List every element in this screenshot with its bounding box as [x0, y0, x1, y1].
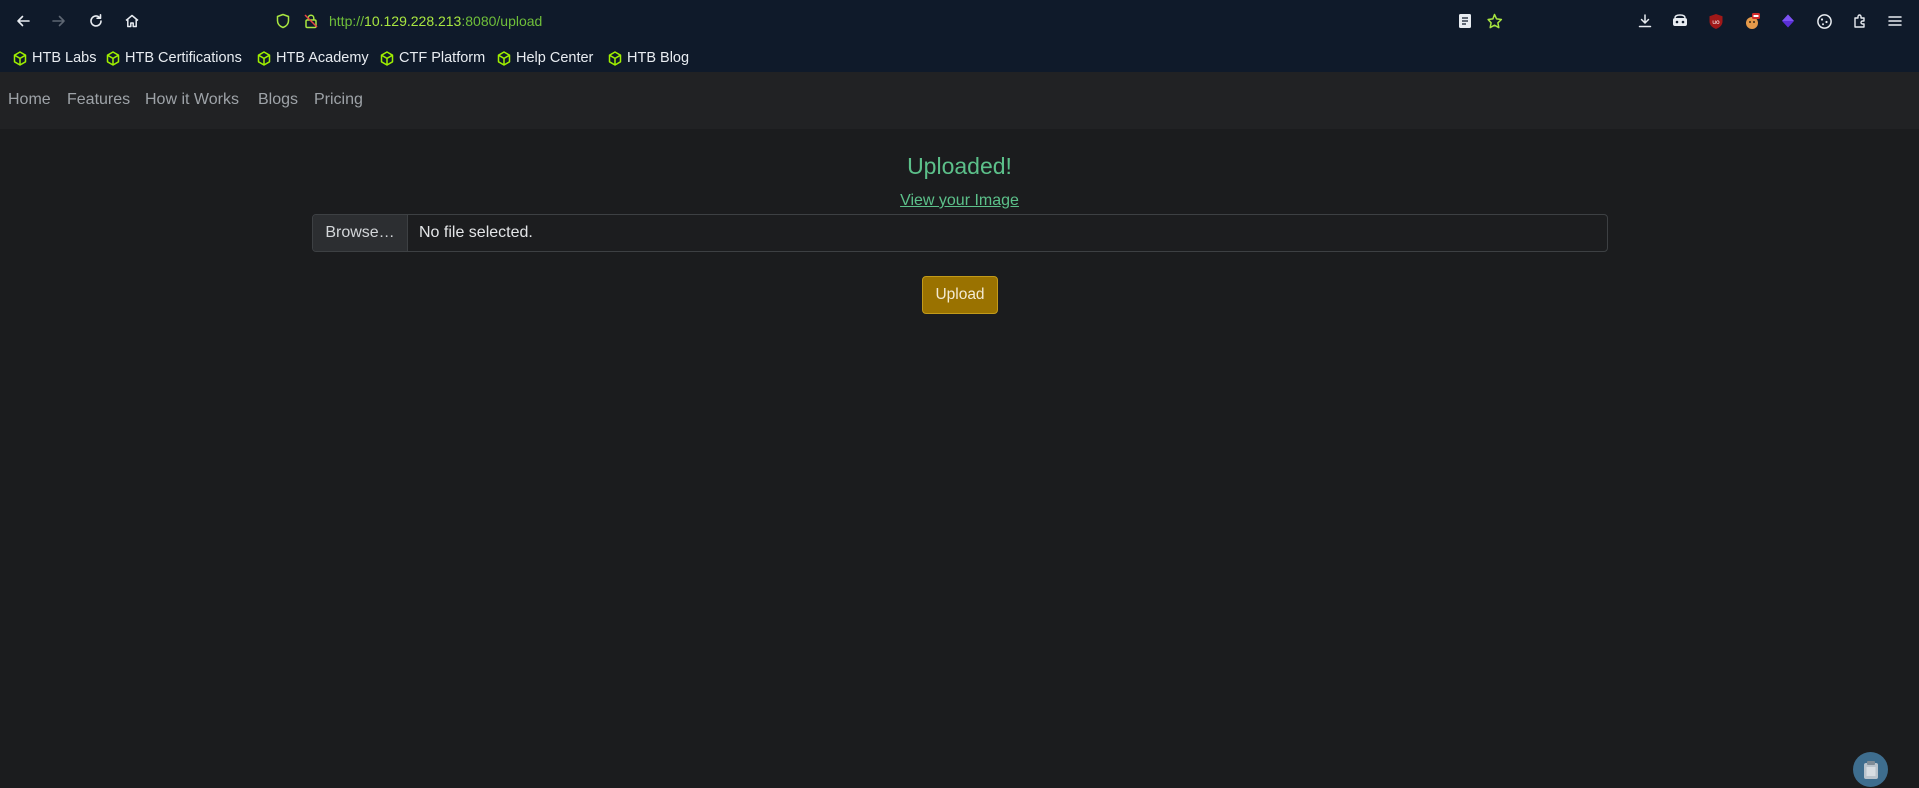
- bookmark-ctf-platform[interactable]: CTF Platform: [380, 47, 485, 69]
- upload-button[interactable]: Upload: [922, 276, 998, 314]
- nav-link-how-it-works[interactable]: How it Works: [145, 91, 239, 109]
- view-image-link: View your Image: [0, 192, 1919, 210]
- bookmarks-toolbar: HTB Labs HTB Certifications HTB Academy …: [0, 42, 1919, 72]
- upload-success-heading: Uploaded!: [907, 153, 1012, 179]
- nav-link-pricing[interactable]: Pricing: [314, 91, 363, 109]
- extensions-puzzle-icon[interactable]: [1848, 9, 1872, 33]
- browser-toolbar: http://10.129.228.213:8080/upload uo: [0, 0, 1919, 42]
- file-input[interactable]: Browse… No file selected.: [312, 214, 1608, 252]
- url-scheme: http://: [329, 13, 365, 29]
- htb-cube-icon: [13, 50, 27, 66]
- htb-cube-icon: [608, 50, 622, 66]
- hamburger-menu-icon[interactable]: [1883, 9, 1907, 33]
- bookmark-help-center[interactable]: Help Center: [497, 47, 593, 69]
- url-host: 10.129.228.213: [364, 13, 462, 29]
- ublock-origin-icon[interactable]: uo: [1704, 9, 1728, 33]
- file-status-text: No file selected.: [419, 224, 533, 241]
- view-image-link-text[interactable]: View your Image: [900, 192, 1019, 209]
- tracking-protection-shield-icon[interactable]: [271, 9, 295, 33]
- htb-cube-icon: [497, 50, 511, 66]
- container-tabs-icon[interactable]: [1668, 9, 1692, 33]
- bookmark-label: HTB Labs: [32, 50, 97, 66]
- browse-button[interactable]: Browse…: [313, 215, 408, 251]
- bookmark-htb-certifications[interactable]: HTB Certifications: [106, 47, 242, 69]
- bookmark-label: HTB Certifications: [125, 50, 242, 66]
- site-navbar: Home Features How it Works Blogs Pricing: [0, 72, 1919, 129]
- svg-text:uo: uo: [1712, 19, 1720, 26]
- extension-icon[interactable]: [1776, 9, 1800, 33]
- htb-cube-icon: [380, 50, 394, 66]
- url-path: :8080/upload: [461, 13, 543, 29]
- bookmark-label: HTB Academy: [276, 50, 369, 66]
- clipboard-widget-icon[interactable]: [1853, 752, 1888, 787]
- back-arrow-icon[interactable]: [11, 9, 35, 33]
- upload-page-content: Uploaded! View your Image Browse… No fil…: [0, 129, 1919, 788]
- bookmark-htb-labs[interactable]: HTB Labs: [13, 47, 96, 69]
- bookmark-label: CTF Platform: [399, 50, 486, 66]
- bookmark-label: Help Center: [516, 50, 594, 66]
- bookmark-htb-blog[interactable]: HTB Blog: [608, 47, 689, 69]
- cookie-icon[interactable]: [1812, 9, 1836, 33]
- home-icon[interactable]: [120, 9, 144, 33]
- nav-link-blogs[interactable]: Blogs: [258, 91, 298, 109]
- htb-cube-icon: [257, 50, 271, 66]
- forward-arrow-icon[interactable]: [47, 9, 71, 33]
- reload-icon[interactable]: [84, 9, 108, 33]
- insecure-lock-icon[interactable]: [299, 9, 323, 33]
- downloads-icon[interactable]: [1633, 9, 1657, 33]
- bookmark-label: HTB Blog: [627, 50, 690, 66]
- bookmark-star-icon[interactable]: [1482, 9, 1506, 33]
- reader-view-icon[interactable]: [1453, 9, 1477, 33]
- bookmark-htb-academy[interactable]: HTB Academy: [257, 47, 369, 69]
- htb-cube-icon: [106, 50, 120, 66]
- nav-link-home[interactable]: Home: [8, 91, 51, 109]
- extension-icon[interactable]: [1740, 9, 1764, 33]
- nav-link-features[interactable]: Features: [67, 91, 130, 109]
- url-bar[interactable]: http://10.129.228.213:8080/upload: [329, 12, 542, 30]
